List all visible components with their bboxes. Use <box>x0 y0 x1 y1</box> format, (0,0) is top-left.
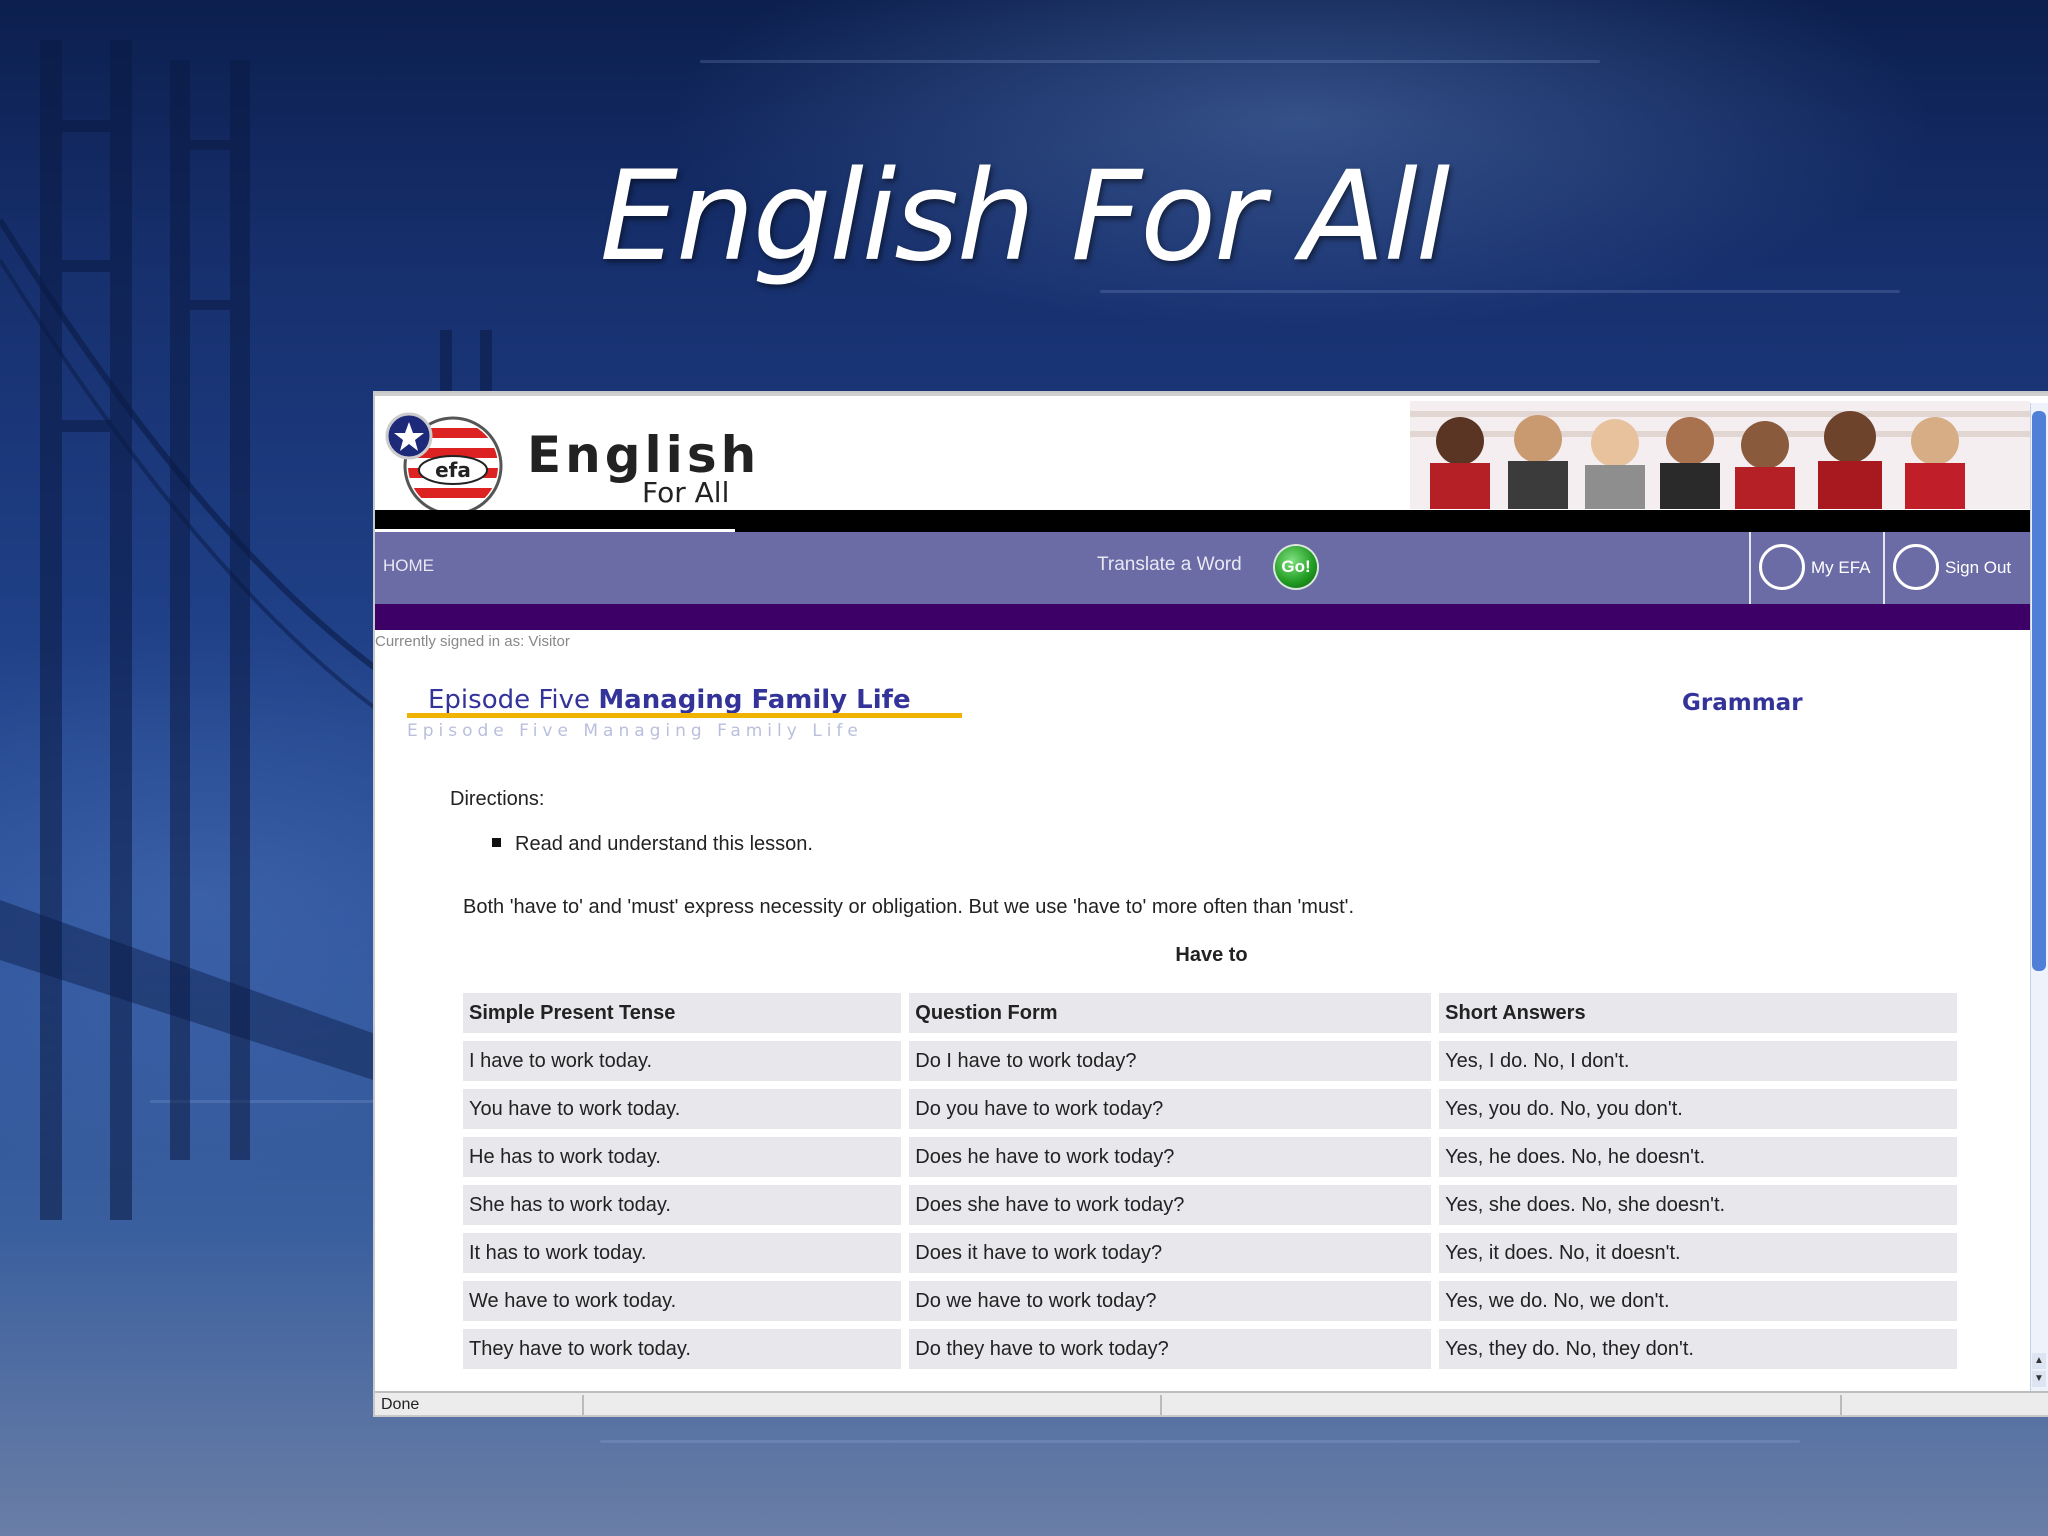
status-divider <box>1840 1395 1842 1415</box>
signout-icon[interactable] <box>1893 544 1939 590</box>
table-cell: I have to work today. <box>463 1041 902 1081</box>
site-header: efa English For All <box>375 393 2048 516</box>
table-cell: Do you have to work today? <box>909 1089 1432 1129</box>
bullet-icon <box>492 838 501 847</box>
table-cell: Does it have to work today? <box>909 1233 1432 1273</box>
table-cell: They have to work today. <box>463 1329 902 1369</box>
table-header-cell: Simple Present Tense <box>463 993 902 1033</box>
signed-in-status: Currently signed in as: Visitor <box>375 633 570 650</box>
table-row: You have to work today. Do you have to w… <box>463 1089 1957 1129</box>
table-header-cell: Short Answers <box>1439 993 1957 1033</box>
table-cell: You have to work today. <box>463 1089 902 1129</box>
table-header-row: Simple Present Tense Question Form Short… <box>463 993 1957 1033</box>
status-divider <box>1160 1395 1162 1415</box>
episode-title-reflection: Episode Five Managing Family Life <box>407 721 863 741</box>
directions-label: Directions: <box>450 788 545 810</box>
table-cell: Does he have to work today? <box>909 1137 1432 1177</box>
nav-bar: HOME Translate a Word Go! My EFA Sign Ou… <box>375 532 2048 604</box>
efa-logo-icon: efa <box>385 412 503 516</box>
scroll-down-arrow-icon[interactable]: ▼ <box>2032 1371 2046 1387</box>
table-row: They have to work today. Do they have to… <box>463 1329 1957 1369</box>
nav-home-link[interactable]: HOME <box>383 556 434 576</box>
table-cell: Yes, it does. No, it doesn't. <box>1439 1233 1957 1273</box>
table-cell: Yes, I do. No, I don't. <box>1439 1041 1957 1081</box>
myefa-icon[interactable] <box>1759 544 1805 590</box>
table-row: We have to work today. Do we have to wor… <box>463 1281 1957 1321</box>
table-cell: Do I have to work today? <box>909 1041 1432 1081</box>
section-label: Grammar <box>1682 690 1803 716</box>
signout-link[interactable]: Sign Out <box>1945 558 2011 578</box>
table-cell: It has to work today. <box>463 1233 902 1273</box>
status-divider <box>582 1395 584 1415</box>
translate-word-label: Translate a Word <box>1097 554 1242 575</box>
slide-title: English For All <box>599 145 1450 289</box>
lesson-explanation: Both 'have to' and 'must' express necess… <box>463 896 1355 918</box>
table-row: She has to work today. Does she have to … <box>463 1185 1957 1225</box>
table-cell: Yes, he does. No, he doesn't. <box>1439 1137 1957 1177</box>
table-row: It has to work today. Does it have to wo… <box>463 1233 1957 1273</box>
logo-subtitle: For All <box>642 476 730 509</box>
episode-name: Managing Family Life <box>598 685 911 715</box>
table-cell: She has to work today. <box>463 1185 902 1225</box>
table-cell: Does she have to work today? <box>909 1185 1432 1225</box>
grammar-table: Simple Present Tense Question Form Short… <box>455 985 1965 1377</box>
episode-title: Episode Five Managing Family Life <box>428 685 911 715</box>
episode-number: Episode Five <box>428 685 591 715</box>
scroll-up-arrow-icon[interactable]: ▲ <box>2032 1353 2046 1369</box>
episode-underline <box>407 713 962 718</box>
myefa-link[interactable]: My EFA <box>1811 558 1871 578</box>
nav-separator <box>1749 532 1751 604</box>
logo-badge: efa <box>435 458 471 482</box>
people-banner-image <box>1410 401 2030 509</box>
website-screenshot: efa English For All HOME Translate a Wor… <box>375 393 2048 1415</box>
table-header-cell: Question Form <box>909 993 1432 1033</box>
table-cell: Yes, they do. No, they don't. <box>1439 1329 1957 1369</box>
nav-separator <box>1883 532 1885 604</box>
table-cell: We have to work today. <box>463 1281 902 1321</box>
table-title: Have to <box>1175 944 1248 966</box>
table-row: He has to work today. Does he have to wo… <box>463 1137 1957 1177</box>
table-cell: Do they have to work today? <box>909 1329 1432 1369</box>
table-cell: Yes, you do. No, you don't. <box>1439 1089 1957 1129</box>
go-button[interactable]: Go! <box>1275 546 1317 588</box>
browser-status-bar: Done <box>375 1391 2048 1415</box>
status-text: Done <box>381 1396 420 1413</box>
scrollbar-thumb[interactable] <box>2032 411 2046 971</box>
table-cell: He has to work today. <box>463 1137 902 1177</box>
nav-bar-bottom <box>375 604 2048 630</box>
table-cell: Do we have to work today? <box>909 1281 1432 1321</box>
table-cell: Yes, she does. No, she doesn't. <box>1439 1185 1957 1225</box>
table-cell: Yes, we do. No, we don't. <box>1439 1281 1957 1321</box>
table-row: I have to work today. Do I have to work … <box>463 1041 1957 1081</box>
direction-item: Read and understand this lesson. <box>515 833 813 855</box>
